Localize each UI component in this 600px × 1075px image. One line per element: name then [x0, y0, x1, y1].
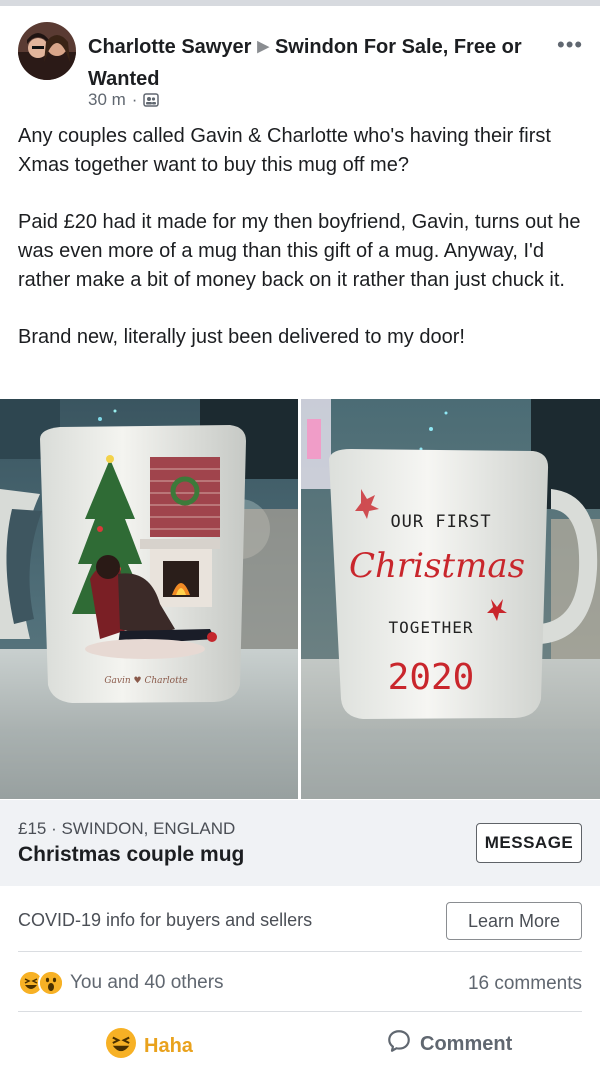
- post-paragraph: Any couples called Gavin & Charlotte who…: [18, 125, 551, 176]
- post-paragraph: Brand new, literally just been delivered…: [18, 326, 465, 348]
- divider: [18, 951, 582, 952]
- listing-price-location: £15 · SWINDON, ENGLAND: [18, 819, 236, 838]
- photo-gallery: Gavin ♥ Charlotte OUR FIRST Christmas TO…: [0, 399, 600, 799]
- haha-label: Haha: [144, 1034, 193, 1057]
- post-meta: 30 m ·: [88, 90, 160, 110]
- mug-text-together: TOGETHER: [388, 618, 473, 637]
- more-options-icon[interactable]: •••: [557, 32, 583, 58]
- group-members-icon: [143, 92, 160, 108]
- comment-icon: [386, 1028, 412, 1060]
- post-paragraph: Paid £20 had it made for my then boyfrie…: [18, 211, 581, 291]
- avatar[interactable]: [18, 22, 76, 80]
- post-time[interactable]: 30 m: [88, 90, 126, 110]
- reactions-summary[interactable]: You and 40 others: [18, 970, 224, 996]
- covid-info-text: COVID-19 info for buyers and sellers: [18, 910, 313, 930]
- listing-title[interactable]: Christmas couple mug: [18, 843, 244, 867]
- comments-count[interactable]: 16 comments: [468, 973, 582, 995]
- reactions-count: You and 40 others: [70, 972, 224, 993]
- meta-separator: ·: [131, 90, 138, 109]
- mug-text-year: 2020: [388, 657, 475, 698]
- mug-names-text: Gavin ♥ Charlotte: [104, 676, 187, 686]
- message-button[interactable]: MESSAGE: [476, 823, 582, 863]
- mug-photo-back[interactable]: OUR FIRST Christmas TOGETHER 2020: [301, 399, 600, 799]
- top-divider: [0, 0, 600, 6]
- mug-text-christmas: Christmas: [349, 546, 525, 586]
- arrow-right-icon: ▶: [257, 38, 269, 55]
- author-name[interactable]: Charlotte Sawyer: [88, 36, 251, 58]
- haha-button[interactable]: Haha: [106, 1028, 193, 1064]
- post-text: Any couples called Gavin & Charlotte who…: [18, 122, 586, 380]
- comment-label: Comment: [420, 1032, 513, 1055]
- mug-photo-front[interactable]: Gavin ♥ Charlotte: [0, 399, 298, 799]
- mug-text-our-first: OUR FIRST: [390, 512, 491, 532]
- wow-icon: [38, 970, 64, 996]
- post-header: Charlotte Sawyer ▶ Swindon For Sale, Free …: [88, 32, 548, 94]
- comment-button[interactable]: Comment: [386, 1028, 512, 1060]
- learn-more-button[interactable]: Learn More: [446, 902, 582, 940]
- haha-icon: [106, 1028, 136, 1064]
- divider: [18, 1011, 582, 1012]
